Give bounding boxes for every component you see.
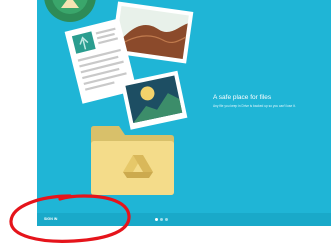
sign-in-button[interactable]: SIGN IN [44, 217, 57, 221]
page-dot[interactable] [165, 218, 168, 221]
drive-folder-icon [91, 126, 174, 195]
page-dot[interactable] [160, 218, 163, 221]
page-indicator [155, 218, 168, 221]
welcome-subline: Any file you keep in Drive is backed up … [213, 104, 296, 108]
onboarding-footer: SIGN IN [37, 213, 331, 226]
page-dot[interactable] [155, 218, 158, 221]
welcome-headline: A safe place for files [213, 94, 272, 101]
drive-files-illustration [44, 0, 194, 195]
welcome-screen: A safe place for files Any file you keep… [37, 0, 331, 226]
circle-sticker [44, 0, 96, 22]
